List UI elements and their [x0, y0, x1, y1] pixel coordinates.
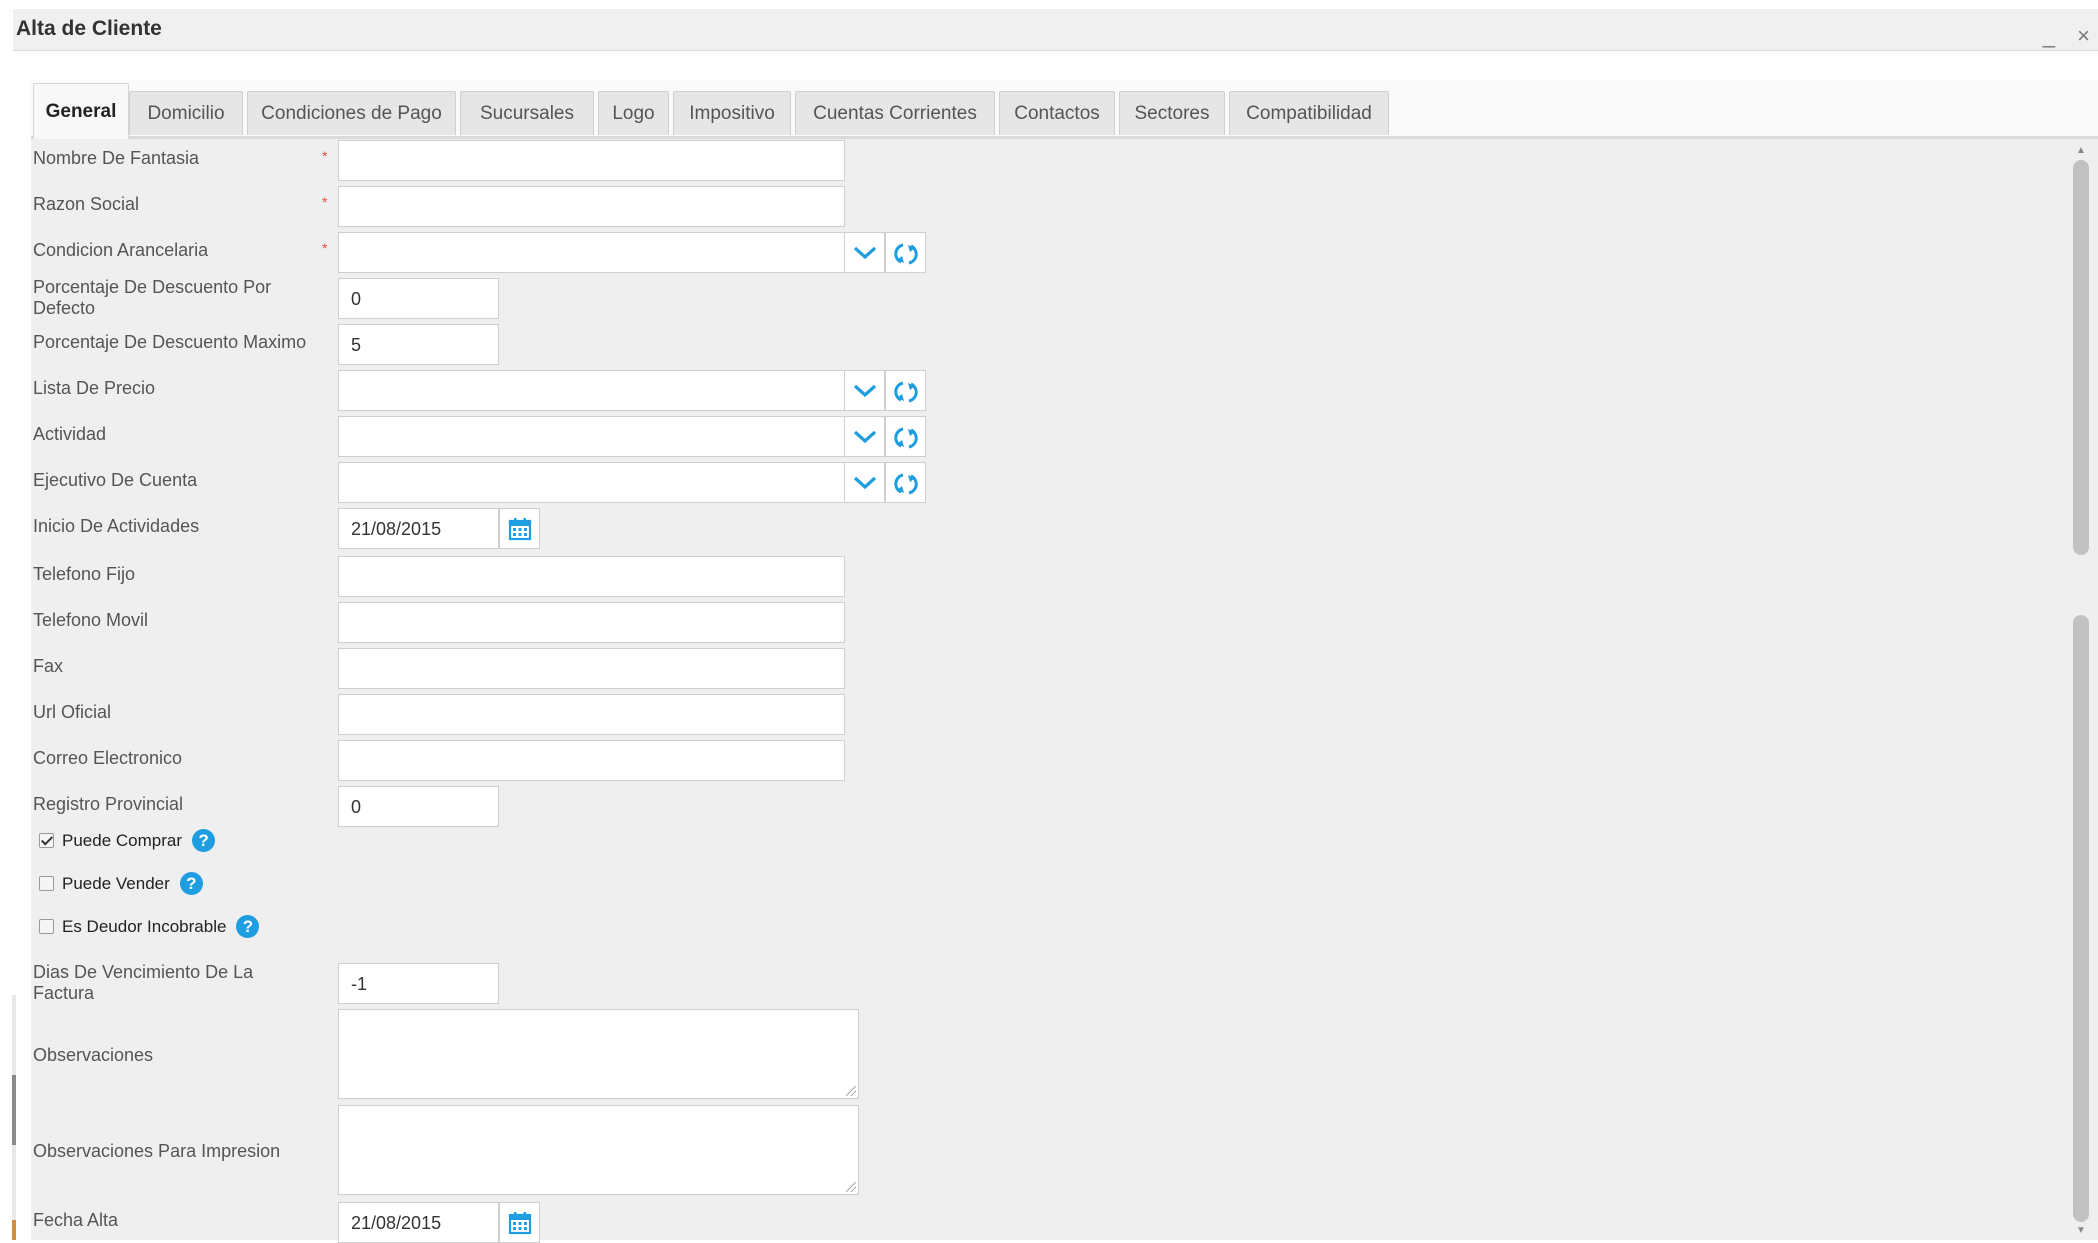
help-icon[interactable]: ? [236, 915, 260, 938]
lista-precio-refresh-button[interactable] [885, 370, 926, 411]
scrollbar-thumb[interactable] [2073, 160, 2089, 555]
help-icon[interactable]: ? [192, 829, 216, 852]
scrollbar-track-segment[interactable] [2073, 615, 2089, 1222]
window-controls[interactable]: _ × [2043, 23, 2098, 49]
observaciones-impresion-textarea[interactable] [338, 1105, 859, 1195]
label-nombre-fantasia: Nombre De Fantasia [33, 148, 200, 168]
ejecutivo-cuenta-dropdown-button[interactable] [844, 462, 885, 503]
refresh-icon [894, 243, 918, 265]
correo-electronico-input[interactable] [338, 740, 845, 781]
actividad-refresh-button[interactable] [885, 416, 926, 457]
calendar-icon [508, 518, 532, 541]
tab-cuentas-corrientes[interactable]: Cuentas Corrientes [795, 91, 995, 135]
porcentaje-descuento-defecto-input[interactable]: 0 [338, 278, 499, 319]
label-actividad: Actividad [33, 424, 107, 444]
label-dias-vencimiento: Dias De Vencimiento De La Factura [33, 962, 254, 1003]
tab-sectores[interactable]: Sectores [1119, 91, 1225, 135]
tab-compatibilidad[interactable]: Compatibilidad [1229, 91, 1389, 135]
required-mark: * [322, 194, 328, 210]
client-form-panel: General Domicilio Condiciones de Pago Su… [31, 80, 2098, 1243]
vertical-scrollbar[interactable]: ▲ ▼ [2068, 139, 2094, 1240]
puede-comprar-row: Puede Comprar ? [39, 829, 216, 852]
calendar-icon [508, 1212, 532, 1235]
tab-domicilio[interactable]: Domicilio [129, 91, 243, 135]
required-mark: * [322, 148, 328, 164]
refresh-icon [894, 427, 918, 449]
actividad-dropdown-button[interactable] [844, 416, 885, 457]
tab-sucursales[interactable]: Sucursales [460, 91, 594, 135]
puede-vender-label: Puede Vender [62, 873, 170, 893]
observaciones-textarea[interactable] [338, 1009, 859, 1099]
inicio-actividades-calendar-button[interactable] [499, 508, 540, 549]
label-correo-electronico: Correo Electronico [33, 748, 183, 768]
label-ejecutivo-cuenta: Ejecutivo De Cuenta [33, 470, 198, 490]
tab-logo[interactable]: Logo [598, 91, 669, 135]
window-titlebar: Alta de Cliente _ × [13, 9, 2098, 51]
label-fax: Fax [33, 656, 64, 676]
label-fecha-alta: Fecha Alta [33, 1210, 119, 1230]
inicio-actividades-date-input[interactable]: 21/08/2015 [338, 508, 499, 549]
tab-condiciones-pago[interactable]: Condiciones de Pago [247, 91, 456, 135]
label-telefono-fijo: Telefono Fijo [33, 564, 136, 584]
deudor-incobrable-checkbox[interactable] [39, 919, 54, 934]
lista-precio-combo[interactable] [338, 370, 845, 411]
scroll-up-arrow[interactable]: ▲ [2076, 145, 2086, 156]
nombre-fantasia-input[interactable] [338, 140, 845, 181]
left-edge-strip [12, 995, 16, 1240]
chevron-down-icon [853, 430, 877, 444]
telefono-movil-input[interactable] [338, 602, 845, 643]
lista-precio-dropdown-button[interactable] [844, 370, 885, 411]
condicion-arancelaria-refresh-button[interactable] [885, 232, 926, 273]
puede-vender-checkbox[interactable] [39, 876, 54, 891]
required-mark: * [322, 240, 328, 256]
chevron-down-icon [853, 246, 877, 260]
dias-vencimiento-input[interactable]: -1 [338, 963, 499, 1004]
label-registro-provincial: Registro Provincial [33, 794, 184, 814]
fecha-alta-date-input[interactable]: 21/08/2015 [338, 1202, 499, 1243]
refresh-icon [894, 473, 918, 495]
left-edge-mark [12, 1075, 16, 1145]
window-title: Alta de Cliente [16, 17, 162, 40]
ejecutivo-cuenta-combo[interactable] [338, 462, 845, 503]
left-edge-mark-accent [12, 1220, 16, 1240]
refresh-icon [894, 381, 918, 403]
fax-input[interactable] [338, 648, 845, 689]
label-observaciones-impresion: Observaciones Para Impresion [33, 1141, 281, 1161]
puede-comprar-label: Puede Comprar [62, 830, 183, 850]
general-form: Nombre De Fantasia * Razon Social * Cond… [31, 139, 2061, 1243]
deudor-incobrable-row: Es Deudor Incobrable ? [39, 915, 260, 938]
puede-vender-row: Puede Vender ? [39, 872, 203, 895]
tab-strip: General Domicilio Condiciones de Pago Su… [31, 80, 2098, 139]
label-url-oficial: Url Oficial [33, 702, 112, 722]
scroll-down-arrow[interactable]: ▼ [2076, 1225, 2086, 1236]
puede-comprar-checkbox[interactable] [39, 833, 54, 848]
deudor-incobrable-label: Es Deudor Incobrable [62, 916, 227, 936]
fecha-alta-calendar-button[interactable] [499, 1202, 540, 1243]
condicion-arancelaria-dropdown-button[interactable] [844, 232, 885, 273]
help-icon[interactable]: ? [179, 872, 203, 895]
chevron-down-icon [853, 476, 877, 490]
label-observaciones: Observaciones [33, 1045, 154, 1065]
label-porcentaje-descuento-maximo: Porcentaje De Descuento Maximo [33, 332, 307, 352]
tab-impositivo[interactable]: Impositivo [673, 91, 791, 135]
label-inicio-actividades: Inicio De Actividades [33, 516, 200, 536]
label-telefono-movil: Telefono Movil [33, 610, 149, 630]
condicion-arancelaria-combo[interactable] [338, 232, 845, 273]
tab-contactos[interactable]: Contactos [999, 91, 1115, 135]
tab-general[interactable]: General [33, 83, 129, 139]
resize-grip[interactable] [846, 1086, 856, 1096]
label-condicion-arancelaria: Condicion Arancelaria [33, 240, 209, 260]
label-porcentaje-descuento-defecto: Porcentaje De Descuento Por Defecto [33, 277, 272, 318]
razon-social-input[interactable] [338, 186, 845, 227]
porcentaje-descuento-maximo-input[interactable]: 5 [338, 324, 499, 365]
ejecutivo-cuenta-refresh-button[interactable] [885, 462, 926, 503]
telefono-fijo-input[interactable] [338, 556, 845, 597]
chevron-down-icon [853, 384, 877, 398]
url-oficial-input[interactable] [338, 694, 845, 735]
registro-provincial-input[interactable]: 0 [338, 786, 499, 827]
resize-grip[interactable] [846, 1182, 856, 1192]
actividad-combo[interactable] [338, 416, 845, 457]
label-lista-precio: Lista De Precio [33, 378, 156, 398]
label-razon-social: Razon Social [33, 194, 140, 214]
